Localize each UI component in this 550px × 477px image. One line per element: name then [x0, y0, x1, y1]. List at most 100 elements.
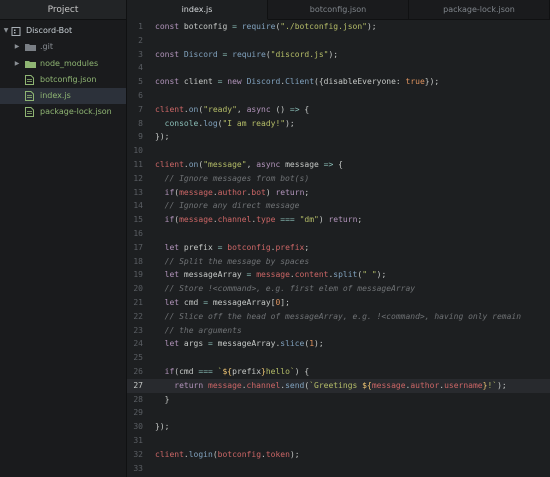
- tab-index-js[interactable]: index.js: [127, 0, 268, 20]
- code-line[interactable]: 12 // Ignore messages from bot(s): [127, 172, 550, 186]
- code-line[interactable]: 13 if(message.author.bot) return;: [127, 186, 550, 200]
- line-number: 5: [138, 77, 143, 87]
- code-line[interactable]: 27 return message.channel.send(`Greeting…: [127, 378, 550, 393]
- code-text: const botconfig = require("./botconfig.j…: [155, 22, 377, 31]
- code-line[interactable]: 26 if(cmd === `${prefix}hello`) {: [127, 365, 550, 379]
- code-text: const Discord = require("discord.js");: [155, 49, 339, 59]
- line-number: 11: [133, 159, 143, 169]
- code-line[interactable]: 24 let args = messageArray.slice(1);: [127, 337, 550, 351]
- line-number: 16: [133, 228, 143, 238]
- file-icon: [25, 91, 34, 102]
- code-line[interactable]: 14 // Ignore any direct message: [127, 199, 550, 213]
- tree-item-label: package-lock.json: [40, 107, 112, 117]
- sidebar-title: Project: [0, 0, 126, 20]
- code-line[interactable]: 20 // Store !<command>, e.g. first elem …: [127, 282, 550, 296]
- line-number: 33: [133, 463, 143, 473]
- code-line[interactable]: 23 // the arguments: [127, 324, 550, 338]
- code-line[interactable]: 10: [127, 144, 550, 158]
- code-text: client.on("ready", async () => {: [155, 104, 310, 114]
- folder-icon: [25, 60, 36, 68]
- line-number: 15: [133, 215, 143, 225]
- code-text: // Ignore messages from bot(s): [164, 173, 310, 183]
- line-number: 24: [133, 339, 143, 349]
- code-text: const client = new Discord.Client({disab…: [155, 77, 440, 87]
- code-line[interactable]: 8 console.log("I am ready!");: [127, 117, 550, 131]
- line-number: 4: [138, 63, 143, 73]
- line-number: 19: [133, 270, 143, 280]
- chevron-right-icon: ▶: [14, 43, 20, 51]
- code-line[interactable]: 16: [127, 227, 550, 241]
- code-line[interactable]: 25: [127, 351, 550, 365]
- line-number: 3: [138, 49, 143, 59]
- file-tree: ▼ Discord-Bot ▶ .git ▶ node_modules botc…: [0, 20, 126, 121]
- code-text: let messageArray = message.content.split…: [164, 270, 387, 280]
- tab-botconfig-json[interactable]: botconfig.json: [268, 0, 409, 20]
- code-text: // Store !<command>, e.g. first elem of …: [164, 284, 416, 294]
- code-line[interactable]: 9});: [127, 130, 550, 144]
- code-line[interactable]: 7 client.on("ready", async () => {: [127, 103, 550, 117]
- line-number: 14: [133, 201, 143, 211]
- line-number: 22: [133, 311, 143, 321]
- tree-item-label: botconfig.json: [40, 74, 97, 84]
- code-line[interactable]: 19 let messageArray = message.content.sp…: [127, 268, 550, 282]
- tree-item-git[interactable]: ▶ .git: [0, 39, 126, 55]
- line-number: 32: [133, 449, 143, 459]
- code-text: client.login(botconfig.token);: [155, 449, 300, 459]
- code-text: let args = messageArray.slice(1);: [164, 339, 324, 349]
- tree-item-label: Discord-Bot: [26, 26, 73, 35]
- code-line[interactable]: 32 client.login(botconfig.token);: [127, 448, 550, 462]
- line-number: 13: [133, 187, 143, 197]
- line-number: 26: [133, 366, 143, 376]
- tab-package-lock-json[interactable]: package-lock.json: [409, 0, 550, 20]
- code-line[interactable]: 30});: [127, 420, 550, 434]
- line-number: 30: [133, 422, 143, 432]
- tab-bar: index.js botconfig.json package-lock.jso…: [127, 0, 550, 20]
- code-editor[interactable]: 1 const botconfig = require("./botconfig.…: [127, 20, 550, 477]
- tree-item-label: .git: [40, 42, 53, 52]
- code-lines: 1 const botconfig = require("./botconfig.…: [127, 20, 550, 475]
- code-line[interactable]: 1 const botconfig = require("./botconfig.…: [127, 20, 550, 34]
- line-number: 6: [138, 90, 143, 100]
- code-line[interactable]: 11 client.on("message", async message => …: [127, 158, 550, 172]
- folder-icon: [25, 44, 36, 52]
- code-text: // Ignore any direct message: [164, 201, 300, 211]
- code-line[interactable]: 29: [127, 406, 550, 420]
- code-text: return message.channel.send(`Greetings $…: [174, 380, 507, 390]
- code-text: client.on("message", async message => {: [155, 159, 343, 169]
- code-text: if(message.channel.type === "dm") return…: [164, 215, 363, 225]
- tree-item-discord-bot[interactable]: ▼ Discord-Bot: [0, 23, 126, 39]
- code-line[interactable]: 22 // Slice off the head of messageArray…: [127, 310, 550, 324]
- line-number: 29: [133, 408, 143, 418]
- code-line[interactable]: 28 }: [127, 393, 550, 407]
- chevron-down-icon: ▼: [3, 27, 9, 34]
- code-text: // Split the message by spaces: [164, 256, 310, 266]
- code-line[interactable]: 18 // Split the message by spaces: [127, 255, 550, 269]
- tree-item-index-js[interactable]: index.js: [0, 88, 126, 105]
- code-line[interactable]: 17 let prefix = botconfig.prefix;: [127, 241, 550, 255]
- code-text: }: [155, 394, 170, 404]
- line-number: 9: [138, 132, 143, 142]
- line-number: 7: [138, 104, 143, 114]
- tree-item-botconfig-json[interactable]: botconfig.json: [0, 72, 126, 88]
- code-line[interactable]: 31: [127, 434, 550, 448]
- code-line[interactable]: 6: [127, 89, 550, 103]
- line-number: 12: [133, 173, 143, 183]
- code-line[interactable]: 2: [127, 34, 550, 48]
- code-line[interactable]: 3 const Discord = require("discord.js");: [127, 48, 550, 62]
- code-line[interactable]: 5 const client = new Discord.Client({disa…: [127, 75, 550, 89]
- code-line[interactable]: 21 let cmd = messageArray[0];: [127, 296, 550, 310]
- code-text: console.log("I am ready!");: [164, 118, 295, 128]
- code-text: let cmd = messageArray[0];: [164, 297, 290, 307]
- code-line[interactable]: 15 if(message.channel.type === "dm") ret…: [127, 213, 550, 227]
- code-line[interactable]: 33: [127, 462, 550, 476]
- line-number: 20: [133, 284, 143, 294]
- code-text: if(cmd === `${prefix}hello`) {: [164, 366, 310, 376]
- tree-item-package-lock-json[interactable]: package-lock.json: [0, 104, 126, 120]
- code-line[interactable]: 4: [127, 61, 550, 75]
- line-number: 28: [133, 394, 143, 404]
- tree-item-node-modules[interactable]: ▶ node_modules: [0, 56, 126, 72]
- code-text: // Slice off the head of messageArray, e…: [164, 311, 522, 321]
- code-text: });: [155, 132, 170, 142]
- code-text: let prefix = botconfig.prefix;: [164, 242, 310, 252]
- tree-item-label: node_modules: [40, 58, 99, 68]
